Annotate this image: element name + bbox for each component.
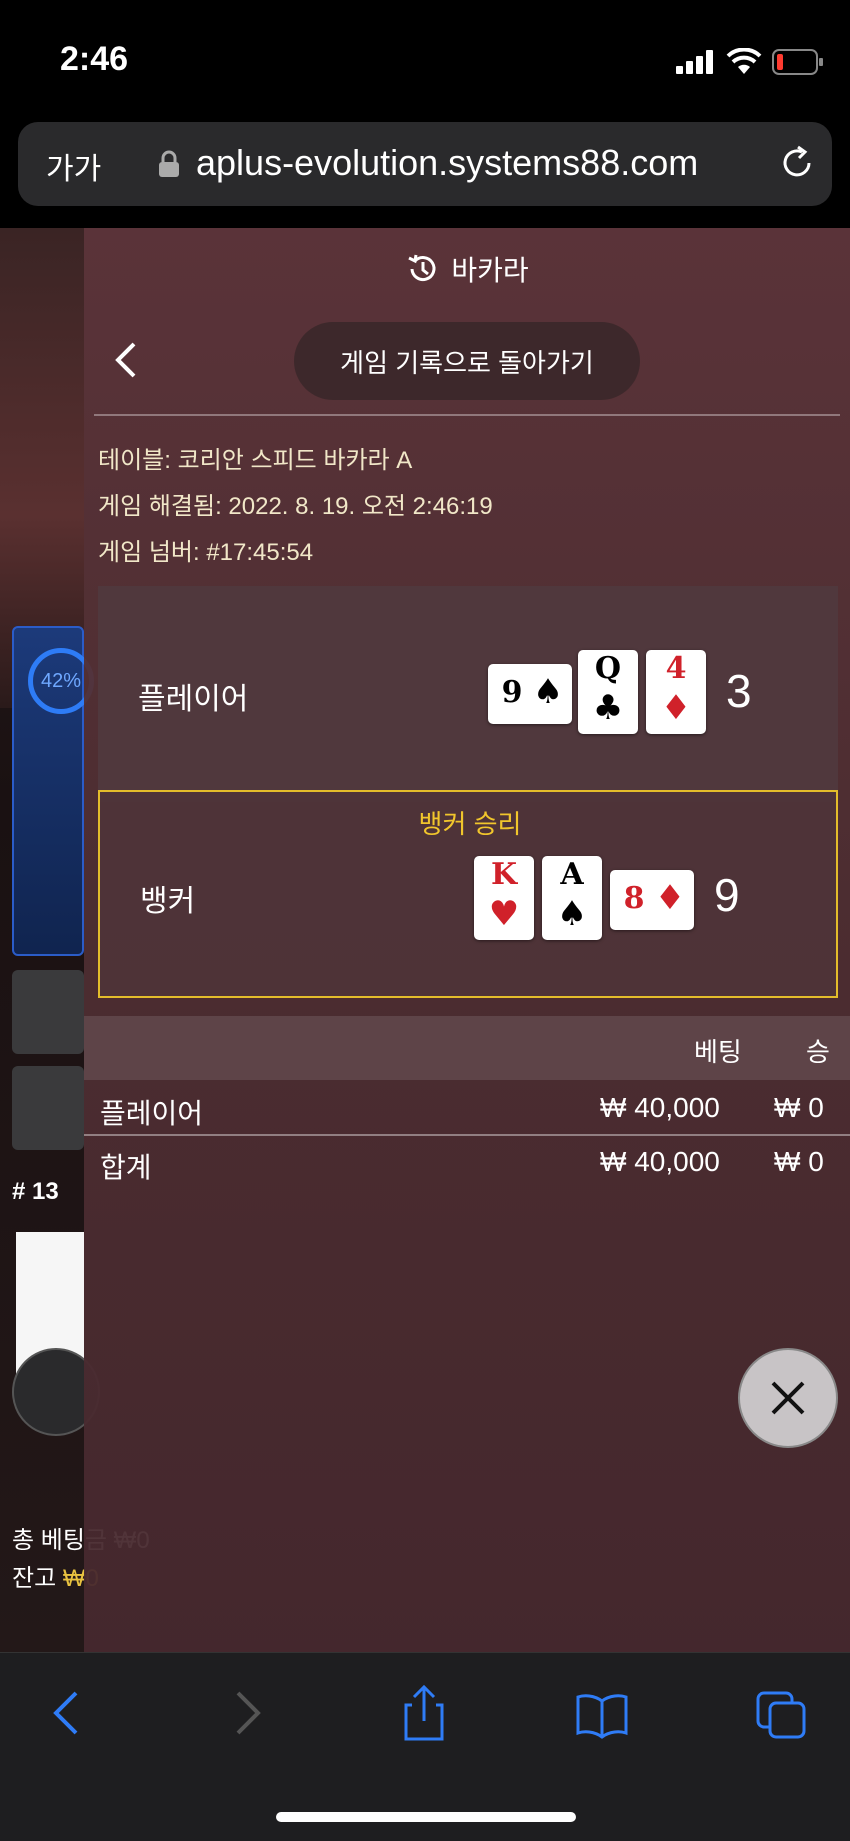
total-win-amount: ₩ 0 (774, 1146, 824, 1177)
playing-card: A ♠ (542, 856, 602, 940)
card-suit: ♠ (532, 672, 564, 712)
card-rank: 4 (665, 651, 687, 686)
card-suit: ♣ (592, 688, 624, 728)
card-rank: Q (594, 651, 622, 686)
playing-card: 4 ♦ (646, 650, 706, 734)
url-text[interactable]: aplus-evolution.systems88.com (196, 142, 698, 184)
signal-icon (676, 50, 713, 74)
modal-header: 바카라 (84, 228, 850, 310)
back-icon[interactable] (38, 1683, 94, 1743)
lock-icon (159, 150, 179, 177)
side-bet-button[interactable] (12, 970, 84, 1054)
side-bet-button[interactable] (12, 1066, 84, 1150)
tabs-icon[interactable] (754, 1683, 810, 1743)
table-name: 테이블: 코리안 스피드 바카라 A (98, 447, 413, 474)
game-history-modal: 바카라 게임 기록으로 돌아가기 테이블: 코리안 스피드 바카라 A 게임 해… (84, 228, 850, 1652)
balance-label: 잔고 (12, 1565, 57, 1592)
total-bet-amount: ₩ 40,000 (600, 1146, 720, 1177)
share-icon[interactable] (396, 1683, 452, 1743)
table-row-total: 합계 ₩ 40,000 ₩ 0 (84, 1134, 850, 1190)
wifi-icon (726, 48, 762, 74)
game-resolved-time: 게임 해결됨: 2022. 8. 19. 오전 2:46:19 (98, 493, 493, 520)
round-number: # 13 (12, 1178, 59, 1205)
card-suit: ♦ (660, 688, 692, 728)
card-rank: 8 (623, 881, 645, 916)
banker-hand: 뱅커 승리 뱅커 K ♥ A ♠ 8 ♦ 9 (98, 790, 838, 998)
bet-amount: ₩ 40,000 (600, 1092, 720, 1123)
bet-name: 플레이어 (100, 1098, 204, 1129)
battery-icon (772, 49, 823, 75)
history-icon (408, 254, 436, 282)
card-rank: 9 (501, 675, 523, 710)
player-label: 플레이어 (138, 683, 249, 716)
banker-score: 9 (714, 869, 740, 921)
card-suit: ♦ (654, 878, 686, 918)
bets-table-header: 베팅 승 (84, 1016, 850, 1080)
total-name: 합계 (100, 1152, 152, 1183)
player-hand: 플레이어 9 ♠ Q ♣ 4 ♦ 3 (98, 586, 838, 802)
card-suit: ♠ (556, 894, 588, 934)
status-bar: 2:46 (0, 0, 850, 120)
bookmarks-icon[interactable] (574, 1683, 630, 1743)
table-row: 플레이어 ₩ 40,000 ₩ 0 (84, 1080, 850, 1136)
text-size-button[interactable]: 가가 (46, 144, 101, 188)
status-time: 2:46 (60, 40, 129, 78)
banker-win-label: 뱅커 승리 (418, 809, 522, 839)
reload-icon[interactable] (778, 144, 816, 182)
game-number: 게임 넘버: #17:45:54 (98, 539, 314, 566)
win-amount: ₩ 0 (774, 1092, 824, 1123)
chevron-left-icon[interactable] (110, 340, 140, 380)
playing-card: Q ♣ (578, 650, 638, 734)
card-rank: A (560, 857, 584, 892)
banker-label: 뱅커 (140, 885, 196, 918)
close-button[interactable] (738, 1348, 838, 1448)
close-icon (771, 1381, 805, 1415)
divider (94, 414, 840, 416)
forward-icon[interactable] (220, 1683, 276, 1743)
address-bar[interactable]: 가가 aplus-evolution.systems88.com (18, 122, 832, 206)
home-indicator (276, 1812, 576, 1822)
player-score: 3 (726, 665, 752, 717)
playing-card: K ♥ (474, 856, 534, 940)
bet-column-header: 베팅 (694, 1037, 742, 1067)
card-suit: ♥ (488, 894, 520, 934)
playing-card: 9 ♠ (488, 664, 572, 724)
card-rank: K (490, 857, 518, 892)
back-to-history-button[interactable]: 게임 기록으로 돌아가기 (294, 322, 640, 400)
playing-card: 8 ♦ (610, 870, 694, 930)
win-column-header: 승 (806, 1037, 830, 1067)
modal-title: 바카라 (451, 255, 529, 286)
